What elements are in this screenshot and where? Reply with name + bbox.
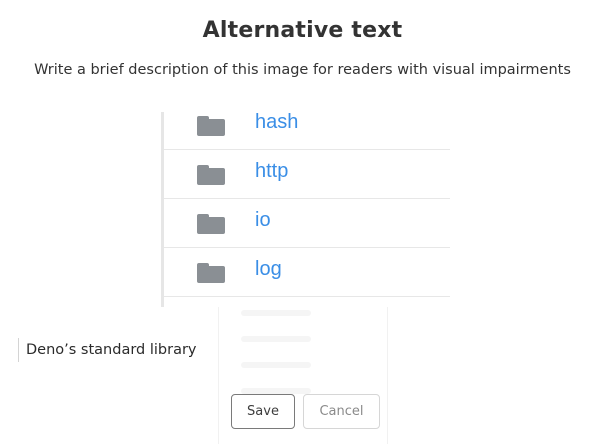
file-name: log	[255, 258, 282, 280]
file-row-log: log	[164, 248, 450, 297]
background-line	[241, 362, 311, 368]
image-preview: hash http io log	[160, 112, 450, 307]
field-indicator	[18, 338, 19, 362]
folder-icon	[197, 263, 225, 283]
cancel-button[interactable]: Cancel	[303, 394, 380, 429]
file-row-io: io	[164, 199, 450, 248]
file-name: io	[255, 209, 271, 231]
file-name: hash	[255, 112, 299, 133]
file-row-hash: hash	[164, 112, 450, 150]
dialog-subtitle: Write a brief description of this image …	[34, 62, 571, 78]
dialog-title: Alternative text	[202, 18, 403, 43]
file-name: http	[255, 160, 289, 182]
folder-icon	[197, 214, 225, 234]
folder-icon	[197, 116, 225, 136]
save-button[interactable]: Save	[231, 394, 295, 429]
alt-text-input[interactable]	[26, 338, 586, 362]
alt-text-field-wrap	[18, 338, 598, 362]
background-line	[241, 310, 311, 316]
folder-icon	[197, 165, 225, 185]
alt-text-dialog: Alternative text Write a brief descripti…	[0, 0, 605, 444]
file-row-http: http	[164, 150, 450, 199]
